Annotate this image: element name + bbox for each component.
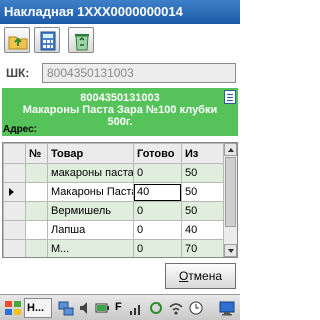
speaker-icon[interactable]	[78, 299, 92, 317]
start-windows-icon[interactable]	[4, 299, 22, 317]
cell-item[interactable]: Лапша	[47, 220, 134, 240]
recycle-bin-button[interactable]	[68, 27, 94, 53]
wireless-icon[interactable]	[168, 299, 184, 317]
scroll-thumb[interactable]	[225, 157, 236, 227]
cancel-button[interactable]: Отмена	[165, 263, 236, 289]
cancel-button-label: тмена	[188, 269, 223, 283]
document-icon[interactable]	[224, 90, 236, 104]
barcode-input[interactable]: 8004350131003	[42, 63, 236, 83]
sync-icon[interactable]	[148, 299, 164, 317]
cell-num[interactable]	[25, 220, 48, 240]
cell-done[interactable]: 0	[133, 163, 182, 183]
product-code: 8004350131003	[80, 92, 160, 104]
window-title: Накладная 1XXX0000000014	[0, 0, 240, 24]
cell-done[interactable]: 0	[133, 201, 182, 221]
product-name-cont: 500г.	[107, 116, 133, 128]
scroll-down-icon[interactable]	[224, 244, 237, 257]
row-header-current[interactable]	[3, 182, 26, 202]
folder-up-icon	[8, 36, 28, 50]
clock-icon[interactable]	[188, 299, 204, 317]
cell-done[interactable]: 0	[133, 220, 182, 240]
cancel-button-accel: О	[178, 269, 189, 283]
row-header[interactable]	[3, 163, 26, 183]
taskbar: Н... F	[0, 294, 240, 320]
cell-item[interactable]: макароны паста	[47, 163, 134, 183]
col-header-item[interactable]: Товар	[47, 143, 134, 164]
cell-item[interactable]: Вермишель	[47, 201, 134, 221]
toolbar	[0, 24, 240, 60]
col-header-num[interactable]: №	[25, 143, 48, 164]
cell-num[interactable]	[25, 182, 48, 202]
barcode-label: ШК:	[6, 66, 30, 80]
cell-of[interactable]: 40	[181, 220, 224, 240]
cell-item[interactable]: М...	[47, 239, 134, 257]
table-row[interactable]: Лапша 0 40	[3, 220, 224, 240]
cell-of[interactable]: 50	[181, 201, 224, 221]
cell-num[interactable]	[25, 239, 48, 257]
table-row-selected[interactable]: Макароны Паста 40 50	[3, 182, 224, 202]
folder-up-button[interactable]	[4, 27, 30, 53]
grid-vertical-scrollbar[interactable]	[223, 143, 237, 257]
cell-num[interactable]	[25, 163, 48, 183]
col-header-done[interactable]: Готово	[133, 143, 182, 164]
table-row[interactable]: Вермишель 0 50	[3, 201, 224, 221]
product-name: Макароны Паста Зара №100 клубки	[22, 104, 218, 116]
desktop-icon[interactable]	[218, 299, 236, 317]
cell-item[interactable]: Макароны Паста	[47, 182, 134, 202]
done-edit-input[interactable]: 40	[134, 183, 181, 201]
product-info-panel: 8004350131003 Макароны Паста Зара №100 к…	[2, 88, 238, 136]
address-label: Адрес:	[3, 124, 37, 135]
table-row[interactable]: макароны паста 0 50	[3, 163, 224, 183]
keyboard-layout-indicator[interactable]: F	[115, 301, 122, 313]
row-header[interactable]	[3, 239, 26, 257]
current-row-arrow-icon	[9, 188, 14, 196]
row-header[interactable]	[3, 220, 26, 240]
signal-icon[interactable]	[128, 299, 144, 317]
cell-of[interactable]: 50	[181, 182, 224, 202]
items-grid[interactable]: № Товар Готово Из макароны паста 0 50 Ма…	[2, 142, 238, 258]
taskbar-app-button[interactable]: Н...	[24, 298, 52, 318]
table-row[interactable]: М... 0 70	[3, 239, 224, 257]
network-icon[interactable]	[58, 299, 74, 317]
col-header-of[interactable]: Из	[181, 143, 224, 164]
cell-num[interactable]	[25, 201, 48, 221]
calculator-icon	[40, 31, 56, 51]
cell-done[interactable]: 0	[133, 239, 182, 257]
recycle-bin-icon	[75, 34, 89, 51]
cell-of[interactable]: 70	[181, 239, 224, 257]
row-header[interactable]	[3, 201, 26, 221]
scroll-up-icon[interactable]	[224, 143, 237, 156]
cell-done-editor[interactable]: 40	[133, 182, 182, 202]
battery-icon[interactable]	[94, 299, 110, 317]
calculator-button[interactable]	[34, 27, 60, 53]
cell-of[interactable]: 50	[181, 163, 224, 183]
grid-corner	[3, 143, 26, 164]
